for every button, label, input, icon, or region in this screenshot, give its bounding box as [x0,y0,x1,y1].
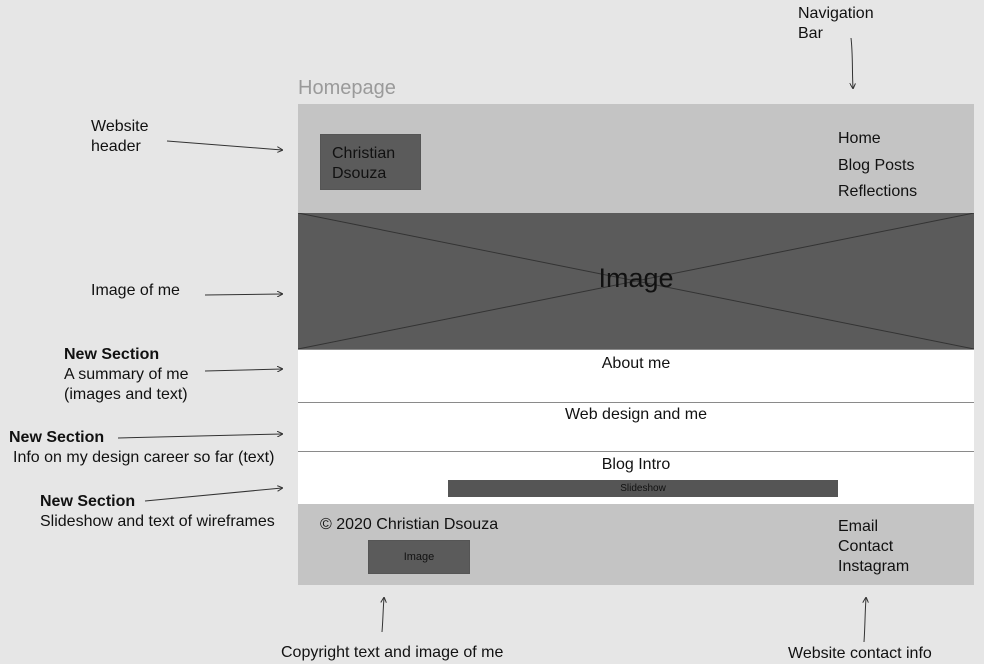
annotation-arrows [117,37,984,643]
arrow-new-section-2 [117,434,282,439]
arrow-image-of-me [204,294,282,295]
arrow-copyright [382,598,384,633]
arrow-contact [864,598,866,643]
arrow-website-header [166,140,282,150]
arrow-navigation-bar [851,37,853,88]
arrow-new-section-3 [144,488,282,502]
arrow-new-section-1 [204,369,282,371]
